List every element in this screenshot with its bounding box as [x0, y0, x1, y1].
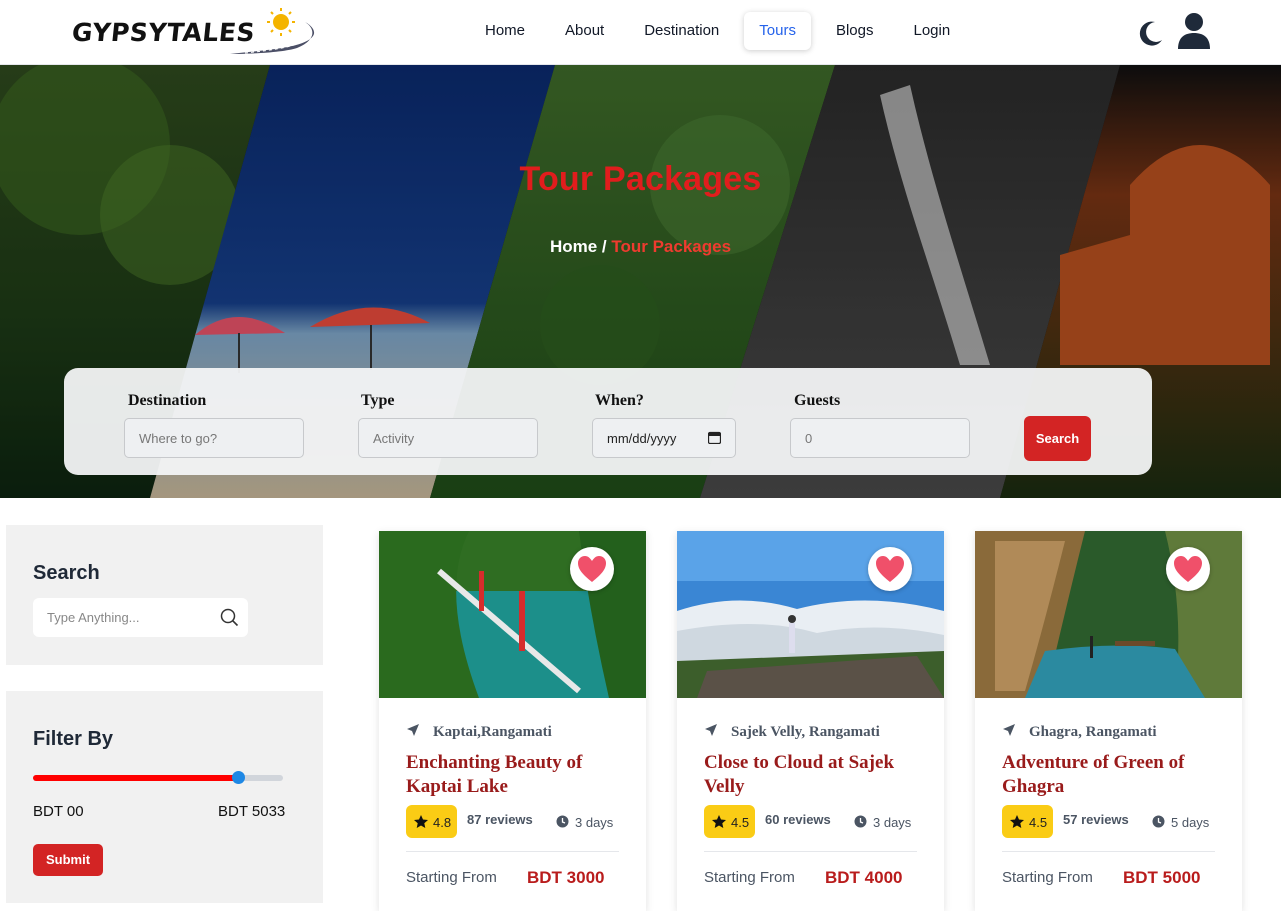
sidebar-search-input[interactable]: Type Anything...: [33, 598, 248, 637]
rating-value: 4.5: [731, 815, 750, 830]
search-button[interactable]: Search: [1024, 416, 1091, 461]
tour-location-text: Ghagra, Rangamati: [1029, 724, 1157, 740]
breadcrumb-home[interactable]: Home: [550, 237, 597, 256]
guests-input[interactable]: 0: [790, 418, 970, 458]
tour-duration: 5 days: [1152, 815, 1209, 830]
sidebar-search-card: Search Type Anything...: [6, 525, 323, 665]
destination-label: Destination: [128, 392, 207, 409]
rating-value: 4.5: [1029, 815, 1048, 830]
rating-badge: 4.5: [1002, 805, 1053, 838]
calendar-icon[interactable]: [708, 431, 721, 444]
location-arrow-icon: [1003, 724, 1015, 736]
sidebar-search-title: Search: [33, 562, 100, 584]
tour-location: Kaptai,Rangamati: [406, 724, 552, 741]
nav-tours[interactable]: Tours: [744, 12, 811, 50]
tour-search-panel: Destination Where to go? Type Activity W…: [64, 368, 1152, 475]
review-count: 87 reviews: [467, 812, 533, 827]
favorite-button[interactable]: [1166, 547, 1210, 591]
search-icon[interactable]: [220, 608, 239, 627]
tour-duration: 3 days: [556, 815, 613, 830]
filter-title: Filter By: [33, 728, 114, 750]
review-count: 60 reviews: [765, 812, 831, 827]
heart-icon: [578, 556, 606, 582]
card-divider: [704, 851, 917, 852]
favorite-button[interactable]: [570, 547, 614, 591]
tour-duration-text: 5 days: [1171, 815, 1210, 830]
sun-road-icon: [230, 8, 315, 54]
rating-badge: 4.8: [406, 805, 457, 838]
main-menu: Home About Destination Tours Blogs Login: [470, 12, 975, 52]
type-input[interactable]: Activity: [358, 418, 538, 458]
tour-duration: 3 days: [854, 815, 911, 830]
user-icon[interactable]: [1177, 12, 1211, 50]
type-label: Type: [361, 392, 395, 409]
card-divider: [1002, 851, 1215, 852]
heart-icon: [876, 556, 904, 582]
nav-destination[interactable]: Destination: [629, 12, 734, 50]
card-divider: [406, 851, 619, 852]
location-arrow-icon: [407, 724, 419, 736]
tour-card[interactable]: Sajek Velly, Rangamati Close to Cloud at…: [677, 531, 944, 911]
tour-card[interactable]: Ghagra, Rangamati Adventure of Green of …: [975, 531, 1242, 911]
tour-location: Sajek Velly, Rangamati: [704, 724, 880, 741]
location-arrow-icon: [705, 724, 717, 736]
tour-location-text: Sajek Velly, Rangamati: [731, 724, 880, 740]
guests-label: Guests: [794, 392, 841, 409]
tour-title[interactable]: Enchanting Beauty of Kaptai Lake: [406, 751, 626, 799]
breadcrumb-current: Tour Packages: [611, 237, 732, 256]
tour-price: BDT 3000: [527, 868, 605, 887]
tour-title[interactable]: Close to Cloud at Sajek Velly: [704, 751, 924, 799]
favorite-button[interactable]: [868, 547, 912, 591]
price-max-label: BDT 5033: [218, 803, 286, 820]
heart-icon: [1174, 556, 1202, 582]
breadcrumb-separator: /: [597, 237, 612, 256]
review-count: 57 reviews: [1063, 812, 1129, 827]
top-navbar: GYPSYTALES Home About Destination Tours …: [0, 0, 1281, 65]
page-title: Tour Packages: [519, 160, 762, 198]
tour-location: Ghagra, Rangamati: [1002, 724, 1157, 741]
star-icon: [712, 815, 726, 828]
nav-login[interactable]: Login: [898, 12, 965, 50]
tour-location-text: Kaptai,Rangamati: [433, 724, 552, 740]
hero-banner: Tour Packages Home / Tour Packages Desti…: [0, 65, 1281, 498]
tour-duration-text: 3 days: [575, 815, 614, 830]
star-icon: [414, 815, 428, 828]
tour-price: BDT 5000: [1123, 868, 1201, 887]
moon-icon[interactable]: [1138, 20, 1164, 46]
clock-icon: [1152, 815, 1165, 828]
nav-home[interactable]: Home: [470, 12, 540, 50]
starting-from-label: Starting From: [704, 869, 795, 886]
tour-price: BDT 4000: [825, 868, 903, 887]
clock-icon: [854, 815, 867, 828]
date-input[interactable]: mm/dd/yyyy: [592, 418, 736, 458]
star-icon: [1010, 815, 1024, 828]
destination-input[interactable]: Where to go?: [124, 418, 304, 458]
slider-handle[interactable]: [232, 771, 245, 784]
price-range-slider[interactable]: [33, 771, 283, 784]
brand-logo[interactable]: GYPSYTALES: [70, 6, 330, 58]
when-label: When?: [595, 392, 644, 409]
starting-from-label: Starting From: [1002, 869, 1093, 886]
clock-icon: [556, 815, 569, 828]
tour-duration-text: 3 days: [873, 815, 912, 830]
nav-about[interactable]: About: [550, 12, 619, 50]
sidebar-search-placeholder: Type Anything...: [47, 610, 140, 625]
sidebar-filter-card: Filter By BDT 00 BDT 5033 Submit: [6, 691, 323, 903]
filter-submit-button[interactable]: Submit: [33, 844, 103, 876]
rating-badge: 4.5: [704, 805, 755, 838]
starting-from-label: Starting From: [406, 869, 497, 886]
slider-fill: [33, 775, 238, 781]
nav-blogs[interactable]: Blogs: [821, 12, 889, 50]
breadcrumb: Home / Tour Packages: [0, 237, 1281, 257]
rating-value: 4.8: [433, 815, 452, 830]
tour-title[interactable]: Adventure of Green of Ghagra: [1002, 751, 1222, 799]
price-min-label: BDT 00: [33, 803, 84, 820]
date-placeholder: mm/dd/yyyy: [607, 431, 677, 446]
tour-card[interactable]: Kaptai,Rangamati Enchanting Beauty of Ka…: [379, 531, 646, 911]
